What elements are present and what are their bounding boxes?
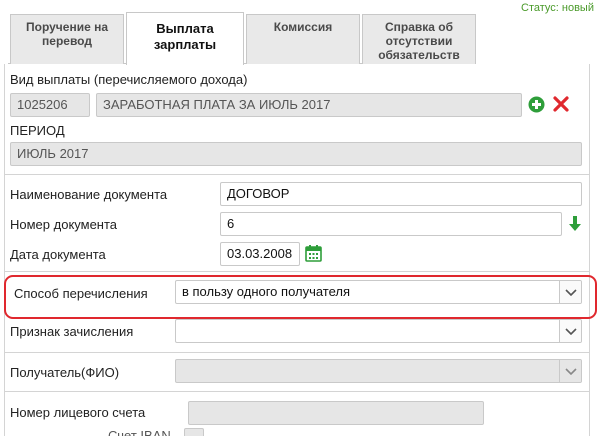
- document-number-label: Номер документа: [10, 217, 118, 232]
- tab-label: зарплаты: [153, 37, 217, 52]
- recipient-select[interactable]: [175, 359, 582, 383]
- delete-x-icon[interactable]: [553, 96, 569, 112]
- document-name-field[interactable]: ДОГОВОР: [220, 182, 582, 206]
- payment-type-name-field[interactable]: ЗАРАБОТНАЯ ПЛАТА ЗА ИЮЛЬ 2017: [96, 93, 522, 117]
- payment-type-code-field[interactable]: 1025206: [10, 93, 90, 117]
- payment-type-label: Вид выплаты (перечисляемого дохода): [10, 72, 248, 87]
- document-date-field[interactable]: 03.03.2008: [220, 242, 300, 266]
- tab-label: Выплата: [156, 21, 214, 36]
- credit-sign-select[interactable]: [175, 319, 582, 343]
- tab-label: Комиссия: [273, 20, 333, 34]
- tab-commission[interactable]: Комиссия: [246, 14, 360, 64]
- tab-transfer-order[interactable]: Поручение на перевод: [10, 14, 124, 64]
- account-number-label: Номер лицевого счета: [10, 405, 146, 420]
- recipient-label: Получатель(ФИО): [10, 365, 120, 380]
- tab-label: обязательств: [378, 48, 460, 62]
- account-number-field[interactable]: [188, 401, 484, 425]
- transfer-method-value: в пользу одного получателя: [182, 284, 351, 299]
- salary-payment-panel: Вид выплаты (перечисляемого дохода) 1025…: [0, 64, 600, 436]
- add-circle-icon[interactable]: [528, 96, 545, 113]
- chevron-down-icon[interactable]: [559, 320, 581, 342]
- section-divider: [4, 271, 590, 272]
- section-divider: [4, 174, 590, 175]
- period-field[interactable]: ИЮЛЬ 2017: [10, 142, 582, 166]
- chevron-down-icon[interactable]: [559, 281, 581, 303]
- status-label: Статус: новый: [521, 2, 594, 14]
- tab-label: Справка об: [384, 20, 454, 34]
- section-divider: [4, 391, 590, 392]
- credit-sign-label: Признак зачисления: [10, 324, 134, 339]
- transfer-method-label: Способ перечисления: [14, 286, 148, 301]
- period-label: ПЕРИОД: [10, 123, 65, 138]
- document-name-label: Наименование документа: [10, 187, 168, 202]
- tab-label: перевод: [42, 34, 92, 48]
- calendar-icon[interactable]: [305, 245, 322, 262]
- tab-label: отсутствии: [385, 34, 453, 48]
- tab-no-obligations-certificate[interactable]: Справка об отсутствии обязательств: [362, 14, 476, 64]
- tab-label: Поручение на: [26, 20, 108, 34]
- iban-label: Счет IBAN: [108, 428, 171, 436]
- section-divider: [4, 352, 590, 353]
- iban-checkbox[interactable]: [184, 428, 204, 436]
- transfer-method-select[interactable]: в пользу одного получателя: [175, 280, 582, 304]
- arrow-down-icon[interactable]: [569, 216, 581, 232]
- document-date-label: Дата документа: [10, 247, 106, 262]
- tab-salary-payment[interactable]: Выплата зарплаты: [126, 12, 244, 65]
- tab-bar: Поручение на перевод Выплата зарплаты Ко…: [8, 12, 476, 65]
- document-number-field[interactable]: 6: [220, 212, 562, 236]
- chevron-down-icon[interactable]: [559, 360, 581, 382]
